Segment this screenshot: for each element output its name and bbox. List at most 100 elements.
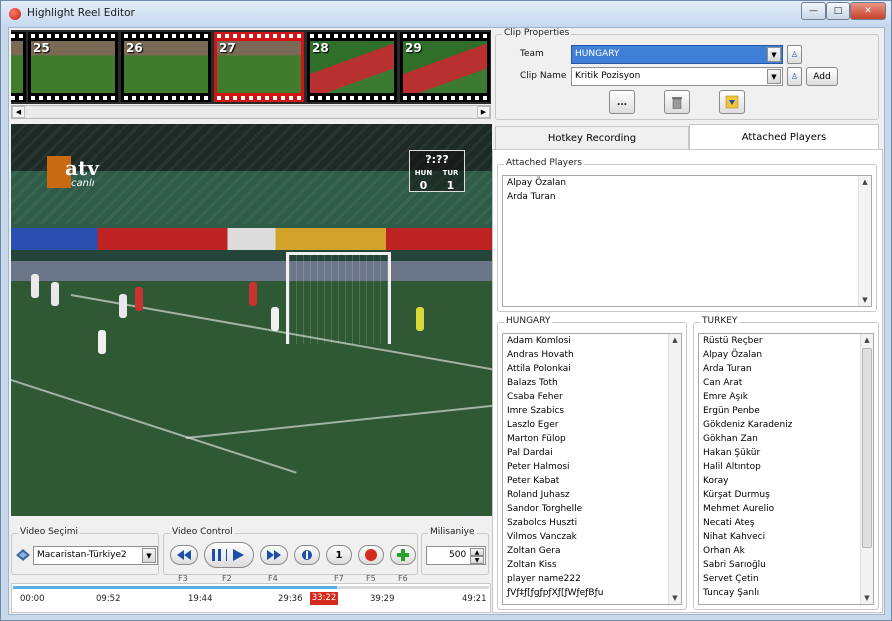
turkey-player-list[interactable]: Rüstü Reçber Alpay Özalan Arda Turan Can… <box>698 333 874 605</box>
list-item[interactable]: Can Arat <box>699 376 873 390</box>
list-item[interactable]: Necati Ateş <box>699 516 873 530</box>
list-item[interactable]: Sandor Torghelle <box>503 502 681 516</box>
minimize-button[interactable]: — <box>801 2 826 20</box>
chevron-down-icon[interactable]: ▼ <box>142 548 156 563</box>
list-item[interactable]: Laszlo Eger <box>503 418 681 432</box>
export-button[interactable] <box>719 90 745 114</box>
hungary-player-list[interactable]: Adam Komlosi Andras Hovath Attila Polonk… <box>502 333 682 605</box>
scrollbar[interactable]: ▲ ▼ <box>858 176 871 306</box>
timeline[interactable]: 00:00 09:52 19:44 29:36 33:22 39:29 49:2… <box>11 583 491 613</box>
turkey-group: TURKEY Rüstü Reçber Alpay Özalan Arda Tu… <box>693 316 879 610</box>
thumbnail-29[interactable]: 29 <box>400 32 490 102</box>
scroll-down-icon[interactable]: ▼ <box>861 592 873 604</box>
list-item[interactable]: Alpay Özalan <box>503 176 871 190</box>
export-icon <box>725 95 739 109</box>
list-item[interactable]: Csaba Feher <box>503 390 681 404</box>
milliseconds-stepper[interactable]: 500 ▲ ▼ <box>426 546 486 565</box>
list-item[interactable]: Balazs Toth <box>503 376 681 390</box>
list-item[interactable]: Peter Kabat <box>503 474 681 488</box>
list-item[interactable]: Arda Turan <box>503 190 871 204</box>
list-item[interactable]: Emre Aşık <box>699 390 873 404</box>
delete-button[interactable] <box>664 90 690 114</box>
list-item[interactable]: player name222 <box>503 572 681 586</box>
list-item[interactable]: Zoltan Gera <box>503 544 681 558</box>
list-item[interactable]: Peter Halmosi <box>503 460 681 474</box>
video-player[interactable]: atv canlı ?:?? HUN TUR 0 1 <box>11 124 492 516</box>
scrollbar[interactable]: ▲ ▼ <box>668 334 681 604</box>
list-item[interactable]: Vilmos Vanczak <box>503 530 681 544</box>
list-item[interactable]: Halil Altıntop <box>699 460 873 474</box>
list-item[interactable]: Rüstü Reçber <box>699 334 873 348</box>
list-item[interactable]: Arda Turan <box>699 362 873 376</box>
play-pause-button[interactable] <box>204 542 254 568</box>
record-button[interactable] <box>358 545 384 565</box>
list-item[interactable]: Zoltan Kiss <box>503 558 681 572</box>
scroll-up-icon[interactable]: ▲ <box>669 334 681 346</box>
clip-name-select[interactable]: Kritik Pozisyon ▼ <box>571 67 783 86</box>
video-selection-group: Video Seçimi Macaristan-Türkiye2 ▼ <box>11 527 159 575</box>
thumbnail-28[interactable]: 28 <box>307 32 397 102</box>
list-item[interactable]: Szabolcs Huszti <box>503 516 681 530</box>
scroll-down-icon[interactable]: ▼ <box>859 294 871 306</box>
spin-down-icon[interactable]: ▼ <box>470 556 484 564</box>
scroll-right-icon[interactable]: ▶ <box>477 106 490 118</box>
list-item[interactable]: Andras Hovath <box>503 348 681 362</box>
timeline-tick: 00:00 <box>20 594 45 604</box>
list-item[interactable]: Kürşat Durmuş <box>699 488 873 502</box>
list-item[interactable]: Gökhan Zan <box>699 432 873 446</box>
scroll-up-icon[interactable]: ▲ <box>859 176 871 188</box>
thumbnail-25[interactable]: 25 <box>28 32 118 102</box>
step-button[interactable]: 1 <box>326 545 352 565</box>
list-item[interactable]: Adam Komlosi <box>503 334 681 348</box>
team-lookup-icon[interactable]: ♙ <box>787 45 802 64</box>
hotkey-mark-button[interactable] <box>294 545 320 565</box>
thumbnail-partial[interactable] <box>11 32 26 102</box>
list-item[interactable]: Sabri Sarıoğlu <box>699 558 873 572</box>
list-item[interactable]: Gökdeniz Karadeniz <box>699 418 873 432</box>
list-item[interactable]: Marton Fülop <box>503 432 681 446</box>
list-item[interactable]: ƒVƒ‡ƒ[ƒgƒpƒXƒ[ƒWƒeƒBƒu <box>503 586 681 600</box>
scroll-up-icon[interactable]: ▲ <box>861 334 873 346</box>
chevron-down-icon[interactable]: ▼ <box>767 69 781 84</box>
fast-forward-button[interactable] <box>260 545 288 565</box>
scroll-down-icon[interactable]: ▼ <box>669 592 681 604</box>
list-item[interactable]: Mehmet Aurelio <box>699 502 873 516</box>
one-icon: 1 <box>335 549 343 561</box>
thumbnail-number: 28 <box>312 41 329 55</box>
add-button[interactable] <box>390 545 416 565</box>
scrollbar-thumb[interactable] <box>862 348 872 548</box>
more-button[interactable]: … <box>609 90 635 114</box>
chevron-down-icon[interactable]: ▼ <box>767 47 781 62</box>
list-item[interactable]: Roland Juhasz <box>503 488 681 502</box>
list-item[interactable]: Servet Çetin <box>699 572 873 586</box>
rewind-button[interactable] <box>170 545 198 565</box>
list-item[interactable]: Alpay Özalan <box>699 348 873 362</box>
thumbnail-27-selected[interactable]: 27 <box>214 32 304 102</box>
maximize-button[interactable]: □ <box>826 2 850 20</box>
list-item[interactable]: Imre Szabics <box>503 404 681 418</box>
timeline-track[interactable] <box>13 586 489 589</box>
team-select[interactable]: HUNGARY ▼ <box>571 45 783 64</box>
list-item[interactable]: Attila Polonkai <box>503 362 681 376</box>
scroll-left-icon[interactable]: ◀ <box>12 106 25 118</box>
clip-lookup-icon[interactable]: ♙ <box>787 67 802 86</box>
add-clip-button[interactable]: Add <box>806 67 838 86</box>
list-item[interactable]: Orhan Ak <box>699 544 873 558</box>
attached-players-list[interactable]: Alpay Özalan Arda Turan ▲ ▼ <box>502 175 872 307</box>
list-item[interactable]: Nihat Kahveci <box>699 530 873 544</box>
list-item[interactable]: Koray <box>699 474 873 488</box>
thumbnail-26[interactable]: 26 <box>121 32 211 102</box>
list-item[interactable]: Ergün Penbe <box>699 404 873 418</box>
scrollbar[interactable]: ▲ ▼ <box>860 334 873 604</box>
spin-up-icon[interactable]: ▲ <box>470 548 484 556</box>
filmstrip-scrollbar[interactable]: ◀ ▶ <box>11 105 491 119</box>
title-bar[interactable]: Highlight Reel Editor — □ ✕ <box>1 1 891 27</box>
list-item[interactable]: Tuncay Şanlı <box>699 586 873 600</box>
close-button[interactable]: ✕ <box>850 2 886 20</box>
tab-hotkey-recording[interactable]: Hotkey Recording <box>495 126 689 150</box>
thumbnail-number: 25 <box>33 41 50 55</box>
video-select[interactable]: Macaristan-Türkiye2 ▼ <box>33 546 158 565</box>
list-item[interactable]: Hakan Şükür <box>699 446 873 460</box>
list-item[interactable]: Pal Dardai <box>503 446 681 460</box>
tab-attached-players[interactable]: Attached Players <box>689 124 879 150</box>
